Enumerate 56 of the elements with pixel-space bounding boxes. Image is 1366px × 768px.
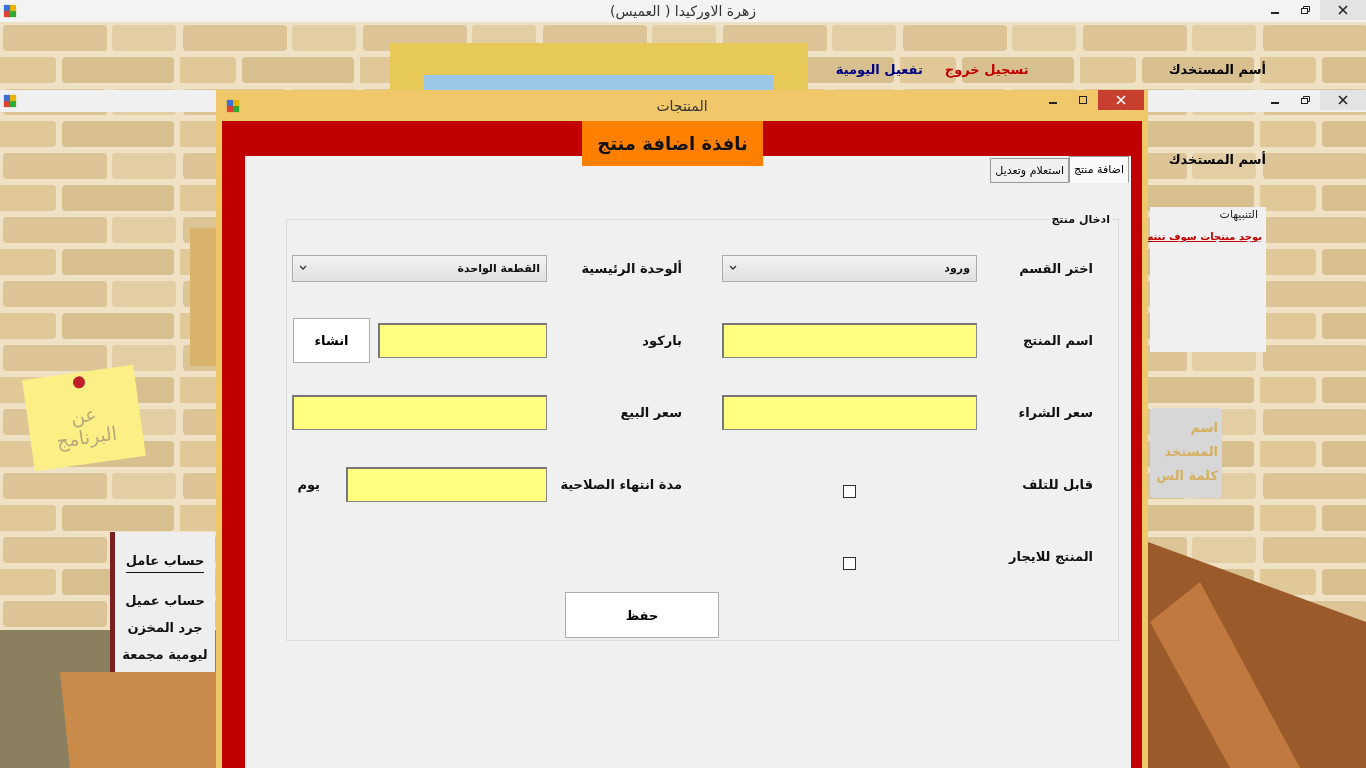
book-menu-item[interactable]: حساب عامل — [125, 550, 205, 573]
book-menu-item[interactable]: حساب عميل — [125, 587, 205, 614]
field-label: ألوحدة الرئيسية — [580, 260, 683, 276]
form-header: نافذة اضافة منتج — [582, 121, 763, 166]
input-field[interactable] — [722, 394, 977, 430]
checkbox[interactable] — [843, 556, 856, 570]
field-label: اسم المنتج — [1022, 332, 1094, 348]
close-icon — [1116, 95, 1126, 105]
group-title: ادخال منتج — [1050, 213, 1111, 226]
app-icon — [3, 94, 17, 108]
sign-text: اسم — [1190, 419, 1218, 437]
restore-icon — [1300, 95, 1310, 105]
minimize-icon — [1270, 102, 1280, 104]
close-icon — [1338, 5, 1348, 15]
dropdown[interactable]: القطعة الواحدة — [292, 254, 547, 282]
close-button[interactable] — [1320, 90, 1366, 110]
field-label: المنتج للايجار — [1007, 548, 1094, 564]
sign-text: المستخد — [1164, 443, 1218, 461]
book-menu-item[interactable]: جرد المخزن — [127, 614, 203, 641]
menu-item[interactable]: تسجيل خروج — [944, 62, 1029, 77]
tab[interactable]: استعلام وتعديل — [990, 158, 1069, 183]
dropdown[interactable]: ورود — [722, 254, 977, 282]
app-icon — [226, 98, 240, 113]
chevron-down-icon — [729, 265, 737, 271]
minimize-icon — [1270, 12, 1280, 14]
input-field[interactable] — [292, 394, 547, 430]
maximize-icon — [1078, 95, 1088, 105]
menu-item[interactable]: تفعيل اليومية — [835, 62, 923, 77]
checkbox[interactable] — [843, 484, 856, 498]
restore-icon — [1300, 5, 1310, 15]
field-label: باركود — [641, 332, 683, 348]
close-button[interactable] — [1320, 0, 1366, 20]
sign-text: كلمة الس — [1156, 467, 1218, 485]
input-field[interactable] — [722, 322, 977, 358]
field-label: سعر البيع — [619, 404, 683, 420]
book-menu-item[interactable]: ليومية مجمعة — [122, 641, 208, 668]
input-field[interactable] — [346, 466, 547, 502]
dialog-title: المنتجات — [656, 97, 708, 114]
save-button[interactable]: حفظ — [565, 592, 719, 638]
window-title: زهرة الاوركيدا ( العميس) — [609, 3, 757, 19]
user-name-label: أسم المستخدك — [1168, 152, 1266, 167]
field-label: قابل للتلف — [1021, 476, 1094, 492]
tab[interactable]: اضافة منتج — [1068, 156, 1129, 183]
app-icon — [3, 4, 17, 18]
chevron-down-icon — [299, 265, 307, 271]
field-label: سعر الشراء — [1017, 404, 1094, 420]
menu-item[interactable]: أسم المستخدك — [1168, 62, 1266, 77]
notification-link[interactable]: يوجد منتجات سوف تنته — [1147, 231, 1262, 242]
field-label: مدة انتهاء الصلاحية — [559, 476, 683, 492]
generate-button[interactable]: انشاء — [293, 317, 370, 363]
minimize-icon — [1048, 102, 1058, 104]
close-icon — [1338, 95, 1348, 105]
panel-title: التنبيهات — [1219, 208, 1258, 221]
input-field[interactable] — [378, 322, 547, 358]
field-label: اختر القسم — [1018, 260, 1094, 276]
unit-label: يوم — [297, 476, 320, 492]
